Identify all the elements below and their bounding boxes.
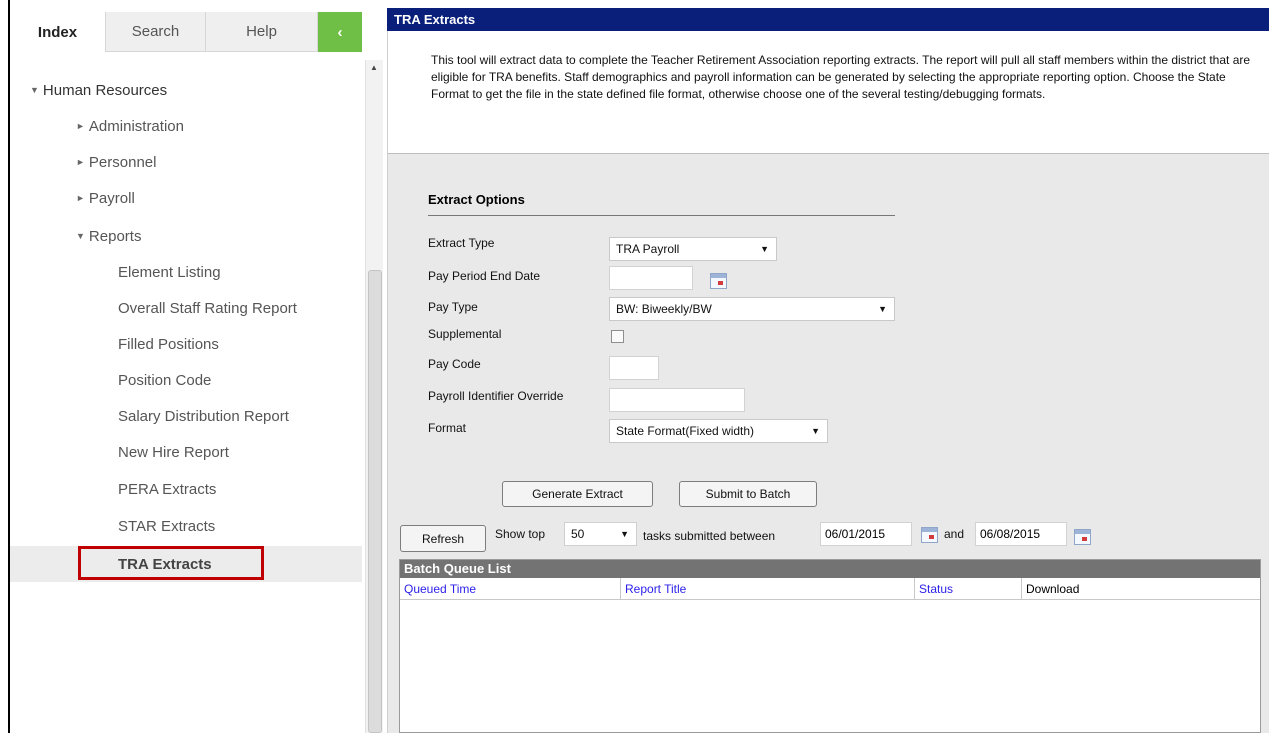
- tree-item-overall-staff-rating-report[interactable]: Overall Staff Rating Report: [10, 290, 297, 326]
- column-report-title[interactable]: Report Title: [621, 578, 915, 600]
- tasks-submitted-label: tasks submitted between: [643, 529, 776, 543]
- tree-item-element-listing[interactable]: Element Listing: [10, 254, 221, 290]
- scroll-up-icon[interactable]: ▲: [370, 63, 378, 72]
- pay-code-label: Pay Code: [428, 357, 481, 371]
- chevron-down-icon: ▼: [620, 529, 629, 539]
- pay-type-select[interactable]: BW: Biweekly/BW ▼: [609, 297, 895, 321]
- tree-item-administration[interactable]: ► Administration: [10, 108, 184, 144]
- column-queued-time[interactable]: Queued Time: [400, 578, 621, 600]
- start-date-input[interactable]: 06/01/2015: [820, 522, 912, 546]
- main-content: TRA Extracts This tool will extract data…: [387, 0, 1269, 733]
- batch-queue-list: Batch Queue List Queued Time Report Titl…: [399, 559, 1261, 733]
- calendar-icon[interactable]: [921, 527, 938, 543]
- section-title: Extract Options: [428, 192, 895, 216]
- tree-item-label: Human Resources: [42, 81, 168, 99]
- caret-right-icon: ►: [76, 121, 85, 131]
- format-value: State Format(Fixed width): [616, 424, 755, 438]
- chevron-left-icon: ‹: [337, 23, 343, 41]
- chevron-down-icon: ▼: [811, 426, 820, 436]
- payroll-identifier-override-input[interactable]: [609, 388, 745, 412]
- column-download: Download: [1026, 582, 1080, 596]
- nav-tabs: Index Search Help ‹: [10, 12, 362, 52]
- tree-item-label: Payroll: [88, 189, 135, 207]
- tree-item-pera-extracts[interactable]: PERA Extracts: [10, 471, 216, 507]
- format-label: Format: [428, 421, 467, 435]
- navigation-panel: Index Search Help ‹ ▼ Human Resources ► …: [0, 0, 383, 733]
- page-title: TRA Extracts: [387, 8, 1269, 31]
- payroll-identifier-override-label: Payroll Identifier Override: [428, 389, 564, 403]
- pay-type-value: BW: Biweekly/BW: [616, 302, 712, 316]
- show-top-select[interactable]: 50 ▼: [564, 522, 637, 546]
- batch-queue-title: Batch Queue List: [400, 560, 1260, 578]
- nav-scrollbar[interactable]: ▲: [365, 60, 383, 733]
- generate-extract-button[interactable]: Generate Extract: [502, 481, 653, 507]
- tab-index[interactable]: Index: [10, 12, 106, 52]
- scrollbar-thumb[interactable]: [368, 270, 382, 733]
- tree-item-human-resources[interactable]: ▼ Human Resources: [10, 72, 167, 108]
- caret-right-icon: ►: [76, 157, 85, 167]
- pay-period-end-date-label: Pay Period End Date: [428, 269, 541, 283]
- submit-to-batch-button[interactable]: Submit to Batch: [679, 481, 817, 507]
- caret-right-icon: ►: [76, 193, 85, 203]
- caret-down-icon: ▼: [76, 231, 85, 241]
- supplemental-checkbox[interactable]: [611, 330, 624, 343]
- format-select[interactable]: State Format(Fixed width) ▼: [609, 419, 828, 443]
- column-status[interactable]: Status: [915, 578, 1022, 600]
- and-label: and: [944, 527, 965, 541]
- tree-item-position-code[interactable]: Position Code: [10, 362, 211, 398]
- batch-queue-header: Queued Time Report Title Status Download: [400, 578, 1260, 600]
- tree-item-new-hire-report[interactable]: New Hire Report: [10, 434, 229, 470]
- tree-item-label: Reports: [88, 227, 142, 245]
- collapse-panel-button[interactable]: ‹: [318, 12, 362, 52]
- extract-type-value: TRA Payroll: [616, 242, 680, 256]
- refresh-button[interactable]: Refresh: [400, 525, 486, 552]
- tree-item-personnel[interactable]: ► Personnel: [10, 144, 156, 180]
- extract-type-select[interactable]: TRA Payroll ▼: [609, 237, 777, 261]
- chevron-down-icon: ▼: [760, 244, 769, 254]
- pay-code-input[interactable]: [609, 356, 659, 380]
- tab-help[interactable]: Help: [206, 12, 318, 52]
- tree-item-reports[interactable]: ▼ Reports: [10, 218, 141, 254]
- tree-item-payroll[interactable]: ► Payroll: [10, 180, 135, 216]
- tree-item-salary-distribution-report[interactable]: Salary Distribution Report: [10, 398, 289, 434]
- tree-item-label: Administration: [88, 117, 184, 135]
- pay-period-end-date-input[interactable]: [609, 266, 693, 290]
- selection-highlight: [78, 546, 264, 580]
- show-top-label: Show top: [495, 527, 546, 541]
- show-top-value: 50: [571, 527, 585, 541]
- tree-item-star-extracts[interactable]: STAR Extracts: [10, 508, 215, 544]
- chevron-down-icon: ▼: [878, 304, 887, 314]
- tool-description: This tool will extract data to complete …: [387, 31, 1269, 154]
- extract-type-label: Extract Type: [428, 236, 495, 250]
- calendar-icon[interactable]: [710, 273, 727, 289]
- caret-down-icon: ▼: [30, 85, 39, 95]
- tree-item-filled-positions[interactable]: Filled Positions: [10, 326, 219, 362]
- supplemental-label: Supplemental: [428, 327, 502, 341]
- tree-item-label: Personnel: [88, 153, 157, 171]
- calendar-icon[interactable]: [1074, 529, 1091, 545]
- pay-type-label: Pay Type: [428, 300, 478, 314]
- end-date-input[interactable]: 06/08/2015: [975, 522, 1067, 546]
- tab-search[interactable]: Search: [106, 12, 206, 52]
